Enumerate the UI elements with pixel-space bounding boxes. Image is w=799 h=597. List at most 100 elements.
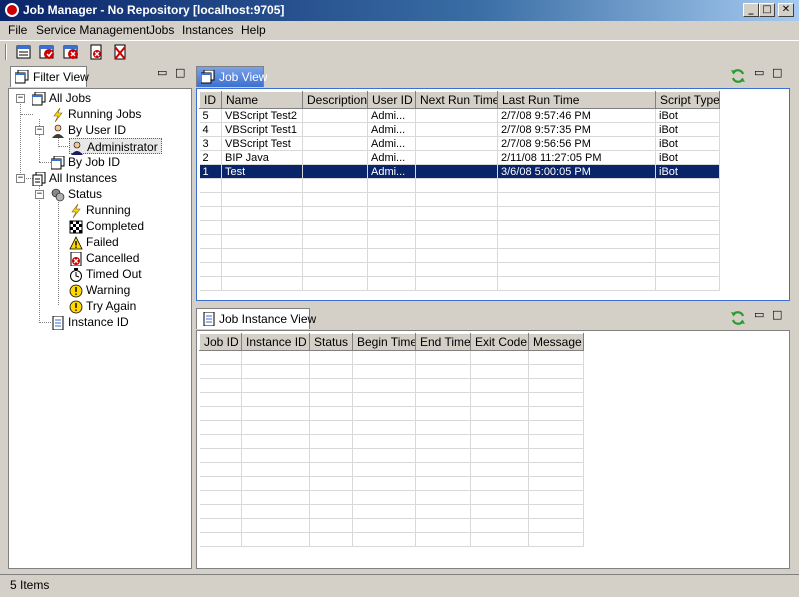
col-job-id[interactable]: Job ID [199,333,242,351]
minimize-view-icon[interactable]: ▭ [754,308,764,321]
table-row[interactable] [199,462,584,477]
tab-job-view[interactable]: Job View [196,66,267,87]
tree-running[interactable]: Running [69,202,131,218]
table-row[interactable] [199,206,720,221]
maximize-view-icon[interactable]: □ [175,66,185,79]
table-row[interactable]: 1 Test Admi... 3/6/08 5:00:05 PM iBot [199,164,720,179]
table-row[interactable] [199,434,584,449]
table-cell: iBot [655,108,720,123]
table-row[interactable] [199,406,584,421]
table-row[interactable]: 5 VBScript Test2 Admi... 2/7/08 9:57:46 PM i… [199,108,720,123]
col-description[interactable]: Description [302,91,368,109]
table-row[interactable]: 3 VBScript Test Admi... 2/7/08 9:56:56 PM iB… [199,136,720,151]
run-job-icon[interactable] [39,44,55,60]
tree-cancelled[interactable]: Cancelled [69,250,139,266]
table-row[interactable] [199,448,584,463]
tree-all-jobs[interactable]: All Jobs [32,90,91,106]
table-row[interactable] [199,532,584,547]
col-id[interactable]: ID [199,91,222,109]
table-row[interactable] [199,262,720,277]
tab-filter-view[interactable]: Filter View [10,66,89,87]
table-row[interactable] [199,392,584,407]
cancel-instance-icon[interactable] [88,44,104,60]
table-row[interactable] [199,178,720,193]
col-script-type[interactable]: Script Type [655,91,720,109]
table-cell [415,262,498,277]
maximize-view-icon[interactable]: □ [772,308,782,321]
table-cell [367,192,416,207]
col-name[interactable]: Name [221,91,303,109]
job-instance-icon[interactable] [16,44,32,60]
toolbar-grip [5,44,7,60]
table-row[interactable] [199,378,584,393]
tree-all-instances[interactable]: All Instances [32,170,117,186]
tree-timed-out[interactable]: Timed Out [69,266,142,282]
col-status[interactable]: Status [309,333,353,351]
table-row[interactable] [199,220,720,235]
table-row[interactable] [199,192,720,207]
table-row[interactable] [199,476,584,491]
by-user-id-expander[interactable]: − [35,126,44,135]
tree-completed[interactable]: Completed [69,218,144,234]
tree-administrator[interactable]: Administrator [69,138,162,155]
delete-instance-icon[interactable] [112,44,128,60]
tree-failed[interactable]: Failed [69,234,119,250]
col-message[interactable]: Message [528,333,584,351]
table-cell [415,248,498,263]
col-last-run-time[interactable]: Last Run Time [497,91,656,109]
table-row[interactable] [199,490,584,505]
table-cell [528,350,584,365]
refresh-icon[interactable] [730,310,746,326]
tree-by-user-id[interactable]: By User ID [51,122,126,138]
delete-job-icon[interactable] [63,44,79,60]
close-button[interactable]: ✕ [778,3,794,17]
minimize-view-icon[interactable]: ▭ [754,66,764,79]
col-begin-time[interactable]: Begin Time [352,333,416,351]
table-row[interactable]: 4 VBScript Test1 Admi... 2/7/08 9:57:35 PM i… [199,122,720,137]
tree-by-job-id[interactable]: By Job ID [51,154,120,170]
table-cell [415,276,498,291]
table-cell [655,220,720,235]
table-cell: iBot [655,164,720,179]
col-next-run-time[interactable]: Next Run Time [415,91,498,109]
all-instances-expander[interactable]: − [16,174,25,183]
table-cell [302,206,368,221]
table-row[interactable] [199,420,584,435]
menu-file[interactable]: File [8,23,27,37]
menu-help[interactable]: Help [241,23,266,37]
maximize-view-icon[interactable]: □ [772,66,782,79]
table-row[interactable] [199,276,720,291]
table-row[interactable] [199,350,584,365]
col-user-id[interactable]: User ID [367,91,416,109]
tree-instance-id[interactable]: Instance ID [51,314,129,330]
minimize-view-icon[interactable]: ▭ [157,66,167,79]
tree-warning[interactable]: Warning [69,282,130,298]
maximize-button[interactable]: □ [759,3,775,17]
minimize-button[interactable]: _ [743,3,759,17]
table-row[interactable] [199,364,584,379]
menu-instances[interactable]: Instances [182,23,233,37]
job-id-icon [51,155,65,170]
title-bar[interactable]: Job Manager - No Repository [localhost:9… [0,0,799,21]
table-cell [415,234,498,249]
tree-running-jobs[interactable]: Running Jobs [51,106,141,122]
col-end-time[interactable]: End Time [415,333,471,351]
all-jobs-expander[interactable]: − [16,94,25,103]
refresh-icon[interactable] [730,68,746,84]
tree-status[interactable]: Status [51,186,102,202]
table-row[interactable] [199,518,584,533]
menu-service-management[interactable]: Service Management [36,23,149,37]
table-row[interactable] [199,248,720,263]
table-cell [470,448,529,463]
table-cell [309,518,353,533]
table-row[interactable] [199,504,584,519]
table-row[interactable]: 2 BIP Java Admi... 2/11/08 11:27:05 PM iBot [199,150,720,165]
col-instance-id[interactable]: Instance ID [241,333,310,351]
table-row[interactable] [199,234,720,249]
menu-jobs[interactable]: Jobs [149,23,174,37]
status-expander[interactable]: − [35,190,44,199]
col-exit-code[interactable]: Exit Code [470,333,529,351]
tree-try-again[interactable]: Try Again [69,298,136,314]
tab-job-instance-view[interactable]: Job Instance View [196,308,316,329]
table-cell [497,178,656,193]
